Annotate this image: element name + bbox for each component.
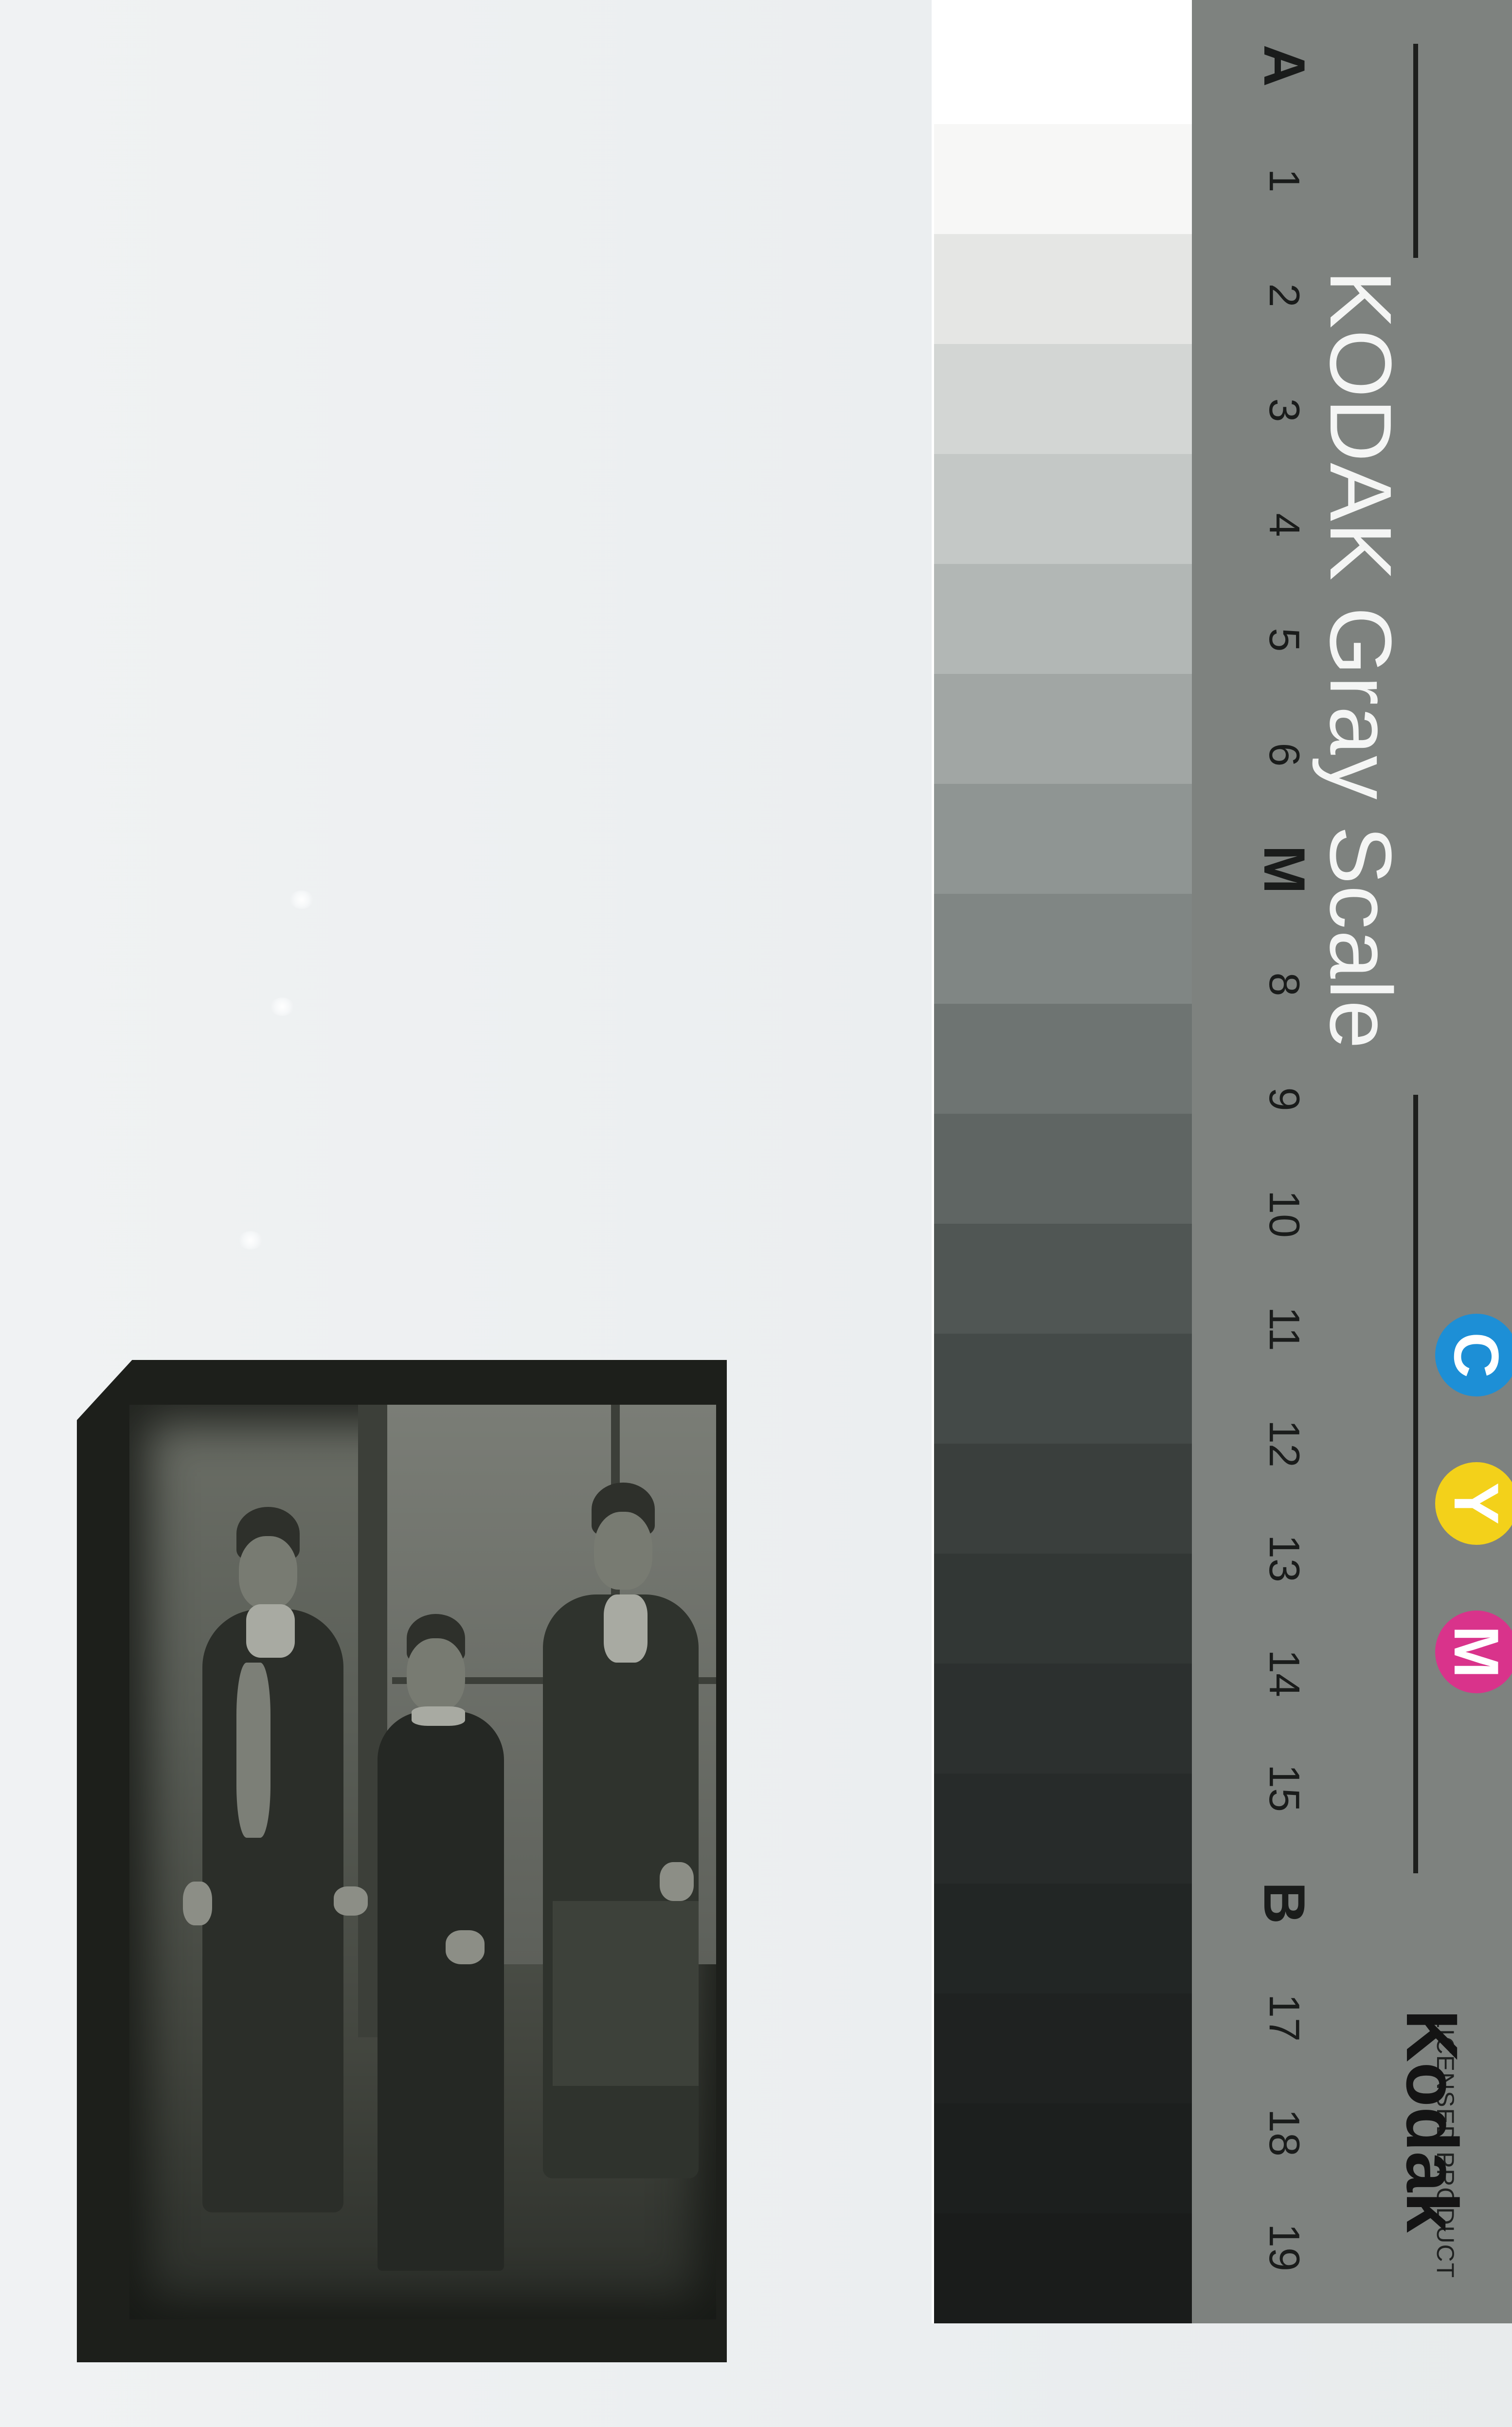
step-marker: 15 (1260, 1764, 1309, 1812)
gray-patch (934, 1993, 1197, 2103)
color-dot-c: C (1435, 1314, 1512, 1396)
gray-patch (934, 2103, 1197, 2213)
gray-patch (934, 1444, 1197, 1554)
gray-patches (934, 124, 1197, 2323)
gray-patch (934, 1884, 1197, 1993)
color-dot-m: M (1435, 1611, 1512, 1693)
step-marker: 6 (1260, 743, 1309, 767)
step-marker: 2 (1260, 283, 1309, 308)
paper-dent (270, 997, 294, 1016)
gray-patch (934, 1114, 1197, 1224)
gray-patch (934, 784, 1197, 894)
gray-patch (934, 564, 1197, 674)
gray-patch (934, 894, 1197, 1004)
step-marker: A (1252, 44, 1317, 87)
tintype-photograph (77, 1360, 727, 2362)
step-marker: M (1252, 845, 1317, 894)
gray-patch (934, 124, 1197, 234)
paper-dent (238, 1231, 263, 1250)
step-marker: 13 (1260, 1535, 1309, 1582)
step-marker: 4 (1260, 513, 1309, 537)
photo-plate (129, 1405, 716, 2319)
gray-patch (934, 344, 1197, 454)
step-marker: 1 (1260, 168, 1309, 193)
gray-patch (934, 1334, 1197, 1444)
step-marker: 18 (1260, 2109, 1309, 2156)
gray-patch (934, 234, 1197, 344)
step-marker: 5 (1260, 628, 1309, 652)
gray-patch (934, 1774, 1197, 1884)
paper-dent (289, 890, 314, 909)
gray-patch (934, 1224, 1197, 1334)
gray-patch (934, 1664, 1197, 1774)
step-marker: 17 (1260, 1994, 1309, 2042)
step-marker: 10 (1260, 1190, 1309, 1238)
step-marker: 11 (1260, 1306, 1309, 1351)
gray-scale-title: KODAK Gray Scale (1312, 270, 1409, 1050)
step-marker: 8 (1260, 972, 1309, 996)
gray-patch (934, 674, 1197, 784)
figure-left (183, 1502, 358, 2232)
gray-patch (934, 1554, 1197, 1664)
step-marker: B (1252, 1882, 1317, 1924)
figure-center-seated (334, 1614, 538, 2295)
gray-patch (934, 1004, 1197, 1114)
gray-patch (934, 454, 1197, 564)
step-marker: 12 (1260, 1420, 1309, 1467)
title-rule-top (1413, 44, 1418, 258)
step-marker: 3 (1260, 398, 1309, 422)
figure-right (523, 1483, 708, 2261)
step-marker: 14 (1260, 1649, 1309, 1697)
title-rule-bottom (1413, 1095, 1418, 1873)
step-marker: 19 (1260, 2224, 1309, 2271)
step-marker: 9 (1260, 1087, 1309, 1111)
gray-patch (934, 2213, 1197, 2323)
color-dot-y: Y (1435, 1462, 1512, 1545)
kodak-logo: Kodak (1391, 2010, 1473, 2233)
